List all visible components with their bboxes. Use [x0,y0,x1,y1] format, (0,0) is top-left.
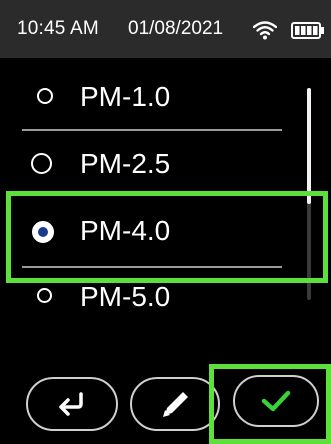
edit-button[interactable] [130,377,220,431]
battery-full-icon [291,22,324,39]
radio-button[interactable] [37,88,53,104]
confirm-button[interactable] [233,375,319,427]
wifi-icon [253,21,277,40]
list-item-pm-5-0[interactable]: PM-5.0 [0,268,305,334]
return-arrow-icon [59,392,83,416]
back-button[interactable] [26,377,118,431]
list-item-pm-4-0[interactable]: PM-4.0 [0,200,305,266]
status-bar: 10:45 AM 01/08/2021 [0,0,331,58]
radio-button-selected[interactable] [32,221,54,243]
particle-size-list: PM-1.0 PM-2.5 PM-4.0 PM-5.0 [0,58,331,320]
list-item-pm-1-0[interactable]: PM-1.0 [0,65,305,131]
list-item-label: PM-5.0 [80,281,171,312]
status-date: 01/08/2021 [128,18,224,39]
radio-button[interactable] [31,153,52,174]
radio-button[interactable] [37,288,52,303]
checkmark-icon [261,390,291,412]
list-item-label: PM-1.0 [80,81,171,112]
scrollbar-thumb[interactable] [307,88,311,204]
divider [22,129,282,131]
list-item-label: PM-2.5 [80,148,171,179]
list-item-label: PM-4.0 [80,215,171,246]
pencil-icon [163,392,188,417]
list-item-pm-2-5[interactable]: PM-2.5 [0,132,305,198]
status-time: 10:45 AM [17,18,99,39]
